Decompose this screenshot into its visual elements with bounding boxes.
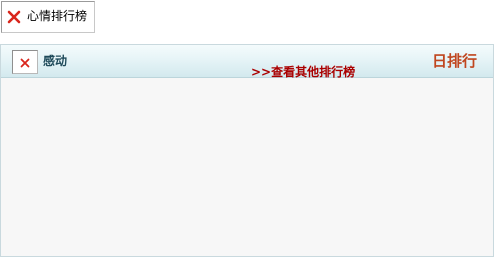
daily-ranking-label: 日排行 <box>431 52 477 70</box>
view-other-rankings-link[interactable]: >>查看其他排行榜 <box>251 65 355 79</box>
banner-alt-text: 心情排行榜 <box>27 9 88 23</box>
panel-header: 感动 >>查看其他排行榜 日排行 <box>1 45 493 79</box>
ranking-list-area <box>1 78 493 256</box>
ranking-panel: 感动 >>查看其他排行榜 日排行 <box>0 44 494 257</box>
broken-image-icon <box>7 10 21 24</box>
mood-category-image <box>12 50 38 74</box>
mood-category-title: 感动 <box>43 54 68 68</box>
broken-image-icon <box>20 58 30 68</box>
mood-ranking-banner-image: 心情排行榜 <box>1 1 95 33</box>
page: 心情排行榜 感动 >>查看其他排行榜 日排行 <box>0 0 497 262</box>
